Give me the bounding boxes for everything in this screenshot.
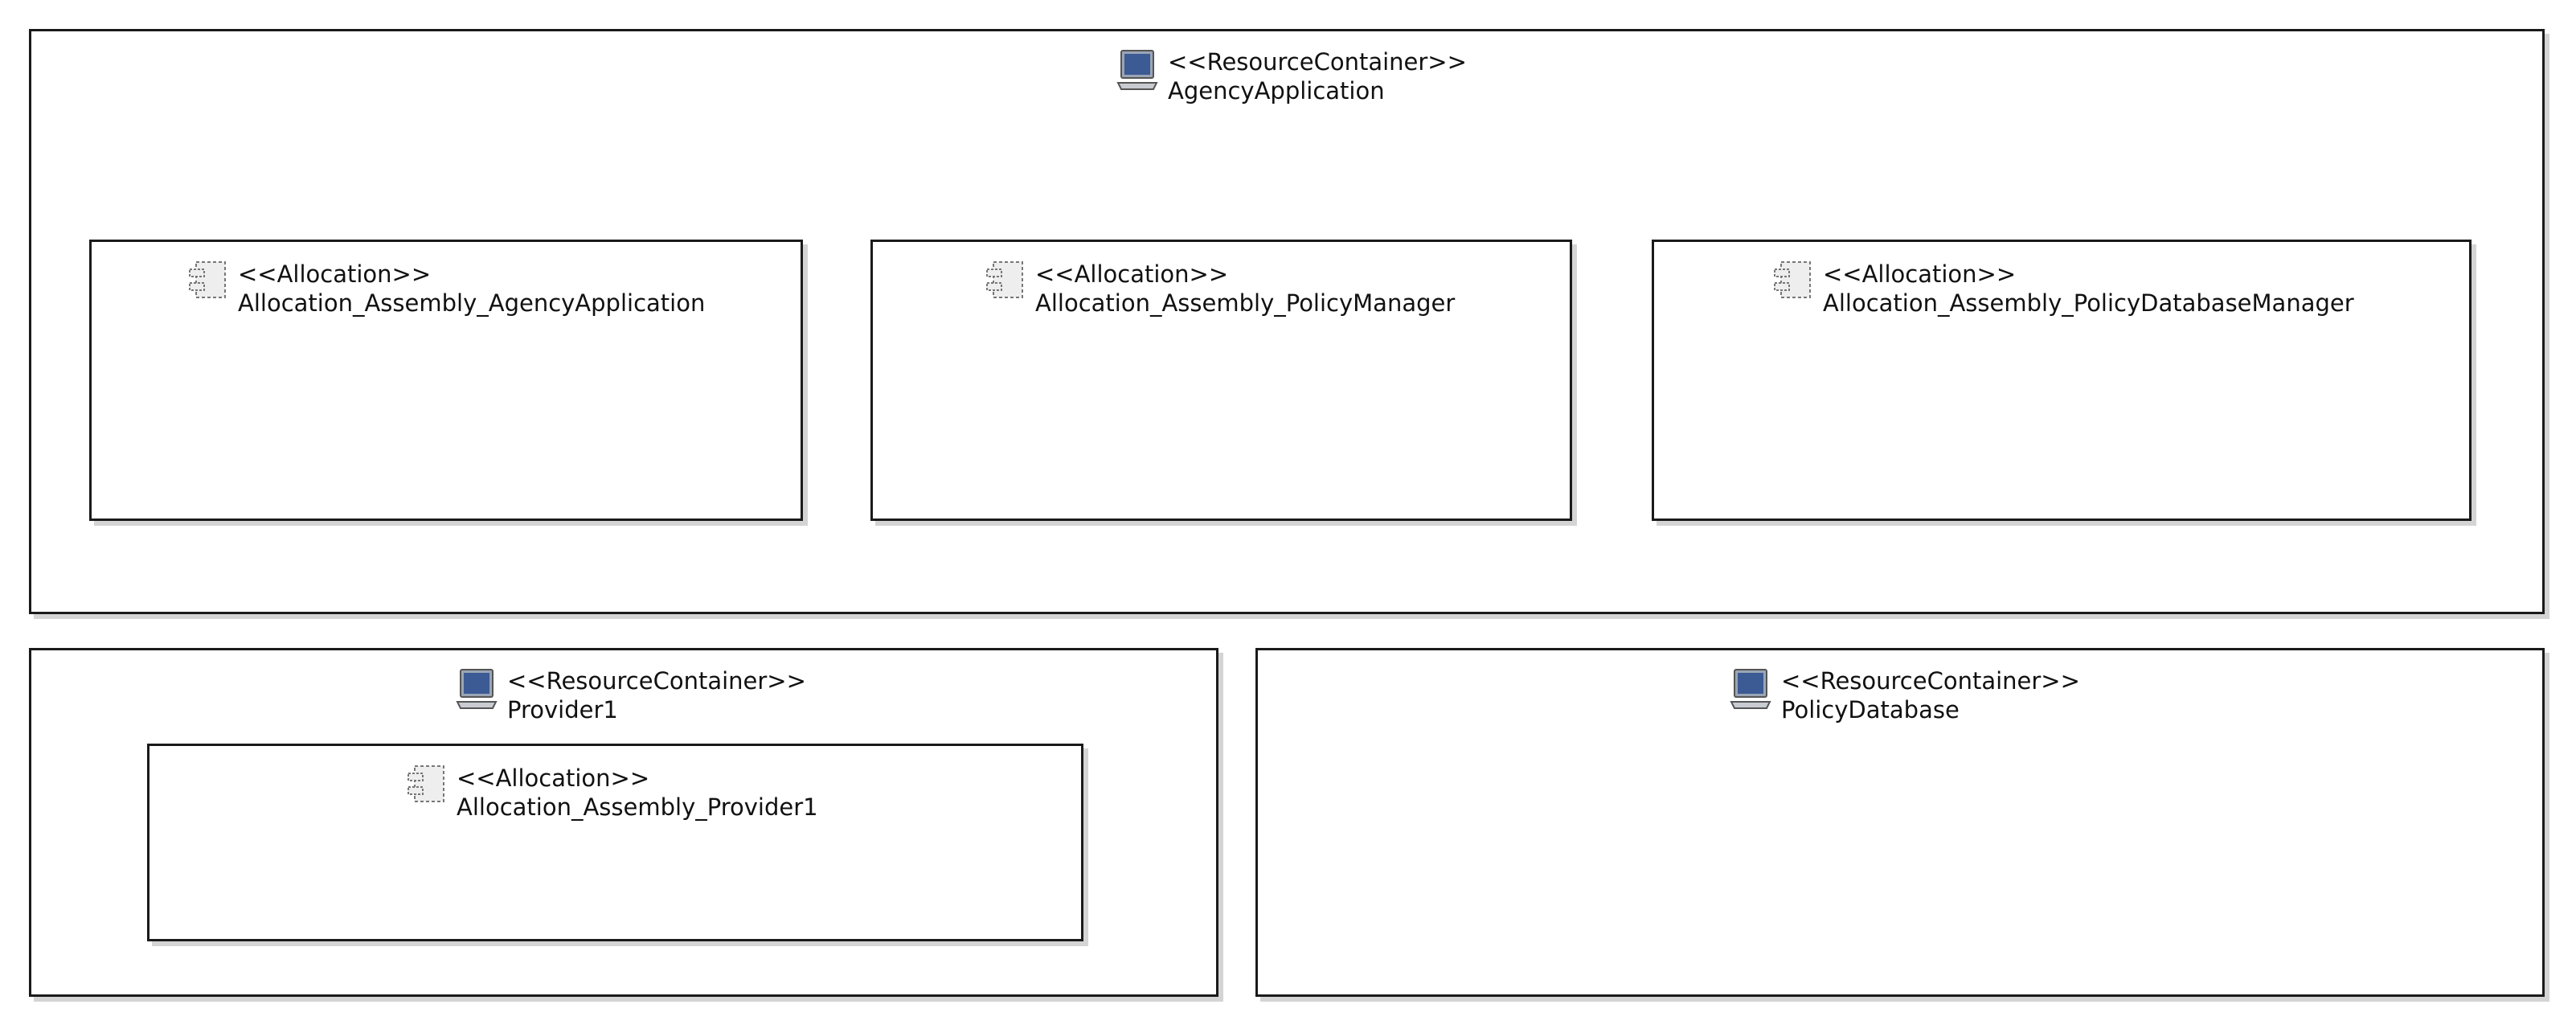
container-name: AgencyApplication [1168, 77, 1385, 105]
allocation-header: <<Allocation>> Allocation_Assembly_Polic… [1773, 260, 2354, 318]
resource-container-agencyapplication[interactable]: <<ResourceContainer>> AgencyApplication … [29, 29, 2545, 614]
resource-container-policydatabase[interactable]: <<ResourceContainer>> PolicyDatabase [1255, 648, 2545, 997]
allocation-name: Allocation_Assembly_Provider1 [457, 793, 818, 821]
allocation-policydatabasemanager[interactable]: <<Allocation>> Allocation_Assembly_Polic… [1652, 240, 2472, 521]
allocation-stereotype: <<Allocation>> [1823, 260, 2017, 288]
component-icon [986, 261, 1023, 298]
container-stereotype: <<ResourceContainer>> [1168, 48, 1467, 76]
container-header: <<ResourceContainer>> Provider1 [456, 666, 806, 724]
allocation-name: Allocation_Assembly_AgencyApplication [238, 289, 706, 317]
allocation-provider1[interactable]: <<Allocation>> Allocation_Assembly_Provi… [147, 744, 1083, 941]
allocation-policymanager[interactable]: <<Allocation>> Allocation_Assembly_Polic… [870, 240, 1572, 521]
allocation-stereotype: <<Allocation>> [457, 765, 650, 792]
allocation-stereotype: <<Allocation>> [238, 260, 432, 288]
allocation-name: Allocation_Assembly_PolicyManager [1035, 289, 1456, 317]
computer-icon [1116, 50, 1158, 90]
component-icon [1774, 261, 1811, 298]
container-header: <<ResourceContainer>> PolicyDatabase [1730, 666, 2080, 724]
resource-container-provider1[interactable]: <<ResourceContainer>> Provider1 <<Alloca… [29, 648, 1218, 997]
allocation-name: Allocation_Assembly_PolicyDatabaseManage… [1823, 289, 2354, 317]
container-stereotype: <<ResourceContainer>> [507, 667, 806, 695]
container-stereotype: <<ResourceContainer>> [1781, 667, 2080, 695]
container-header: <<ResourceContainer>> AgencyApplication [1116, 47, 1467, 105]
allocation-agencyapplication[interactable]: <<Allocation>> Allocation_Assembly_Agenc… [89, 240, 803, 521]
allocation-header: <<Allocation>> Allocation_Assembly_Polic… [985, 260, 1455, 318]
allocation-stereotype: <<Allocation>> [1035, 260, 1229, 288]
allocation-header: <<Allocation>> Allocation_Assembly_Provi… [407, 764, 818, 822]
computer-icon [1730, 669, 1771, 709]
container-name: PolicyDatabase [1781, 696, 1960, 724]
component-icon [407, 765, 444, 802]
container-name: Provider1 [507, 696, 618, 724]
computer-icon [456, 669, 498, 709]
allocation-header: <<Allocation>> Allocation_Assembly_Agenc… [188, 260, 705, 318]
component-icon [189, 261, 226, 298]
